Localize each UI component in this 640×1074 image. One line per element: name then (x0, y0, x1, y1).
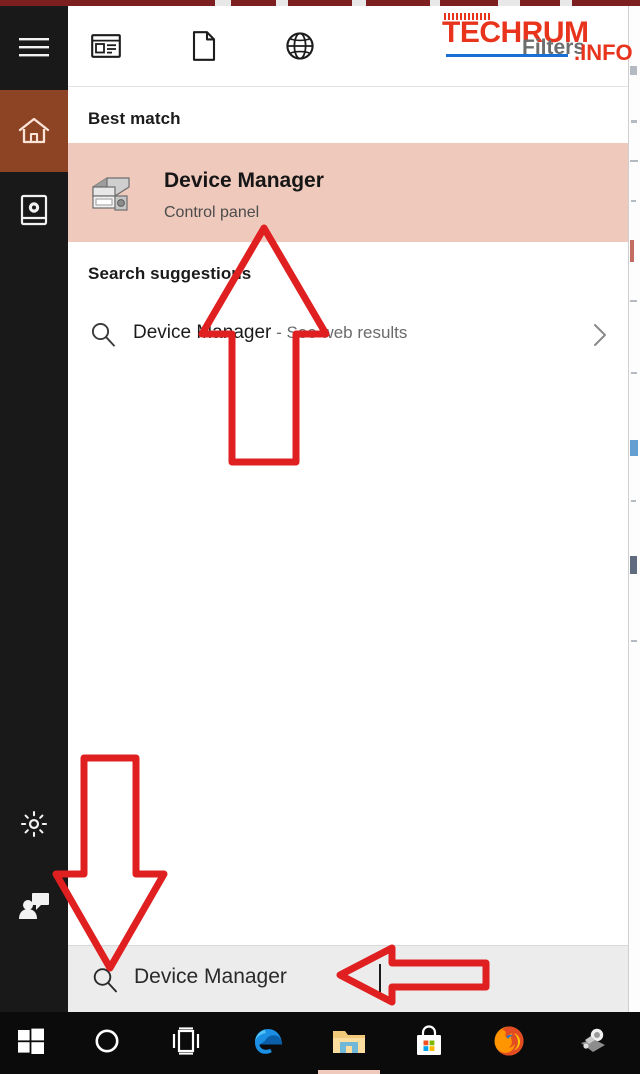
feedback-person-icon (18, 892, 50, 920)
filter-apps-button[interactable] (80, 24, 132, 72)
search-magnifier-icon (90, 321, 116, 352)
taskbar-edge[interactable] (238, 1012, 300, 1074)
cortana-left-rail (0, 0, 68, 1012)
top-edge-strip (0, 0, 640, 6)
hamburger-icon (19, 37, 49, 59)
best-match-result-row[interactable]: Device Manager Control panel (68, 143, 628, 242)
notebook-icon (20, 194, 48, 226)
gear-icon (19, 809, 49, 839)
windows-logo-icon (17, 1027, 45, 1060)
filter-web-button[interactable] (274, 24, 326, 72)
suggestion-query: Device Manager (133, 322, 272, 343)
edge-icon (252, 1024, 286, 1063)
search-magnifier-icon (92, 966, 118, 999)
store-bag-icon (414, 1024, 444, 1062)
taskbar-start-button[interactable] (0, 1012, 62, 1074)
search-input-bar[interactable]: Device Manager (68, 945, 628, 1013)
task-view-icon (170, 1026, 202, 1060)
search-suggestion-item[interactable]: Device Manager - See web results (68, 306, 628, 364)
search-input-value[interactable]: Device Manager (134, 965, 287, 989)
home-icon (18, 116, 50, 146)
sidebar-item-settings[interactable] (0, 790, 68, 858)
watermark-underline (446, 54, 568, 57)
filter-documents-button[interactable] (178, 24, 230, 72)
text-caret (379, 964, 381, 994)
sidebar-item-feedback[interactable] (0, 872, 68, 940)
document-page-icon (192, 30, 216, 66)
search-suggestions-header: Search suggestions (88, 264, 252, 283)
app-window-icon (91, 33, 121, 63)
best-match-subtitle: Control panel (164, 204, 260, 221)
globe-icon (286, 31, 314, 65)
taskbar-other-app[interactable] (562, 1012, 624, 1074)
best-match-header: Best match (88, 109, 181, 128)
chevron-right-icon[interactable] (590, 322, 610, 353)
sidebar-item-notebook[interactable] (0, 176, 68, 244)
taskbar-task-view[interactable] (155, 1012, 217, 1074)
background-window-strip (628, 0, 640, 1012)
taskbar-cortana-search[interactable] (76, 1012, 138, 1074)
taskbar (0, 1012, 640, 1074)
best-match-title: Device Manager (164, 169, 324, 192)
sidebar-item-home[interactable] (0, 90, 68, 172)
taskbar-file-explorer[interactable] (318, 1012, 380, 1074)
search-flyout-panel: Best match Device Manager Control panel … (68, 6, 629, 1013)
techrum-watermark: TECHRUM Filters .INFO (434, 10, 633, 72)
firefox-icon (492, 1024, 526, 1063)
circle-search-icon (92, 1026, 122, 1061)
taskbar-microsoft-store[interactable] (398, 1012, 460, 1074)
watermark-tld: .INFO (574, 40, 632, 65)
grayscale-app-icon (577, 1026, 609, 1061)
printer-device-icon (85, 167, 135, 217)
taskbar-active-indicator (318, 1070, 380, 1074)
suggestion-web-suffix: - See web results (271, 323, 408, 342)
taskbar-firefox[interactable] (478, 1012, 540, 1074)
sidebar-item-hamburger-menu[interactable] (0, 14, 68, 82)
folder-icon (331, 1026, 367, 1061)
